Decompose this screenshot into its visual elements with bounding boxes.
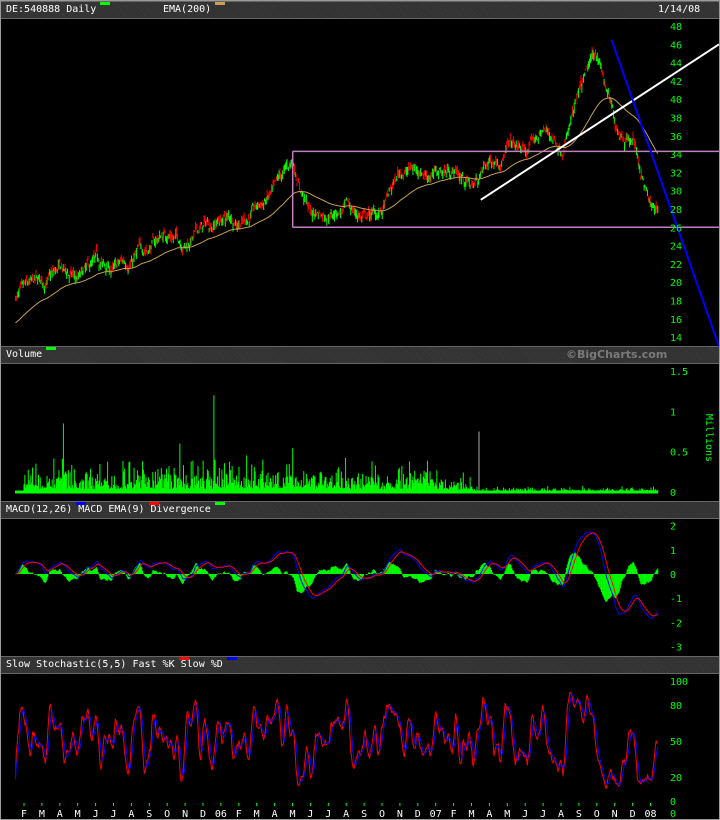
month-label: J — [93, 809, 99, 819]
volume-axis-tick: 1.5 — [670, 367, 688, 378]
price-axis-tick: 40 — [670, 95, 682, 106]
price-axis-tick: 20 — [670, 278, 682, 289]
macd-axis-tick: -3 — [670, 643, 682, 654]
month-label: 07 — [430, 809, 442, 819]
month-label: J — [522, 809, 528, 819]
macd-axis-tick: -2 — [670, 618, 682, 629]
stochastic-axis-tick: 0 — [670, 809, 676, 819]
stochastic-axis-tick: 20 — [670, 773, 682, 784]
macd-axis-tick: 1 — [670, 546, 676, 557]
chart-canvas: 4846444240383634323028262422201816141.51… — [14, 22, 719, 819]
month-label: S — [576, 809, 582, 819]
price-axis-tick: 38 — [670, 114, 682, 125]
slow-d-line — [15, 694, 659, 786]
price-axis-tick: 48 — [670, 22, 682, 33]
price-axis-tick: 28 — [670, 205, 682, 216]
month-label: N — [182, 809, 188, 819]
macd-axis-tick: -1 — [670, 594, 682, 605]
month-label: S — [146, 809, 152, 819]
month-label: J — [110, 809, 116, 819]
month-label: M — [289, 809, 295, 819]
month-label: F — [451, 809, 457, 819]
month-label: A — [272, 809, 278, 819]
stochastic-axis-tick: 100 — [670, 677, 688, 688]
price-axis-tick: 42 — [670, 77, 682, 88]
month-label: J — [307, 809, 313, 819]
month-label: A — [486, 809, 492, 819]
price-axis-tick: 16 — [670, 315, 682, 326]
stochastic-axis-tick: 80 — [670, 701, 682, 712]
month-label: A — [128, 809, 134, 819]
month-label: 08 — [644, 809, 656, 819]
downtrend-line — [610, 39, 719, 347]
month-label: O — [164, 809, 170, 819]
volume-axis-tick: 0 — [670, 488, 676, 499]
month-label: S — [361, 809, 367, 819]
bigcharts-chart: DE:540888 Daily EMA(200) 1/14/08 Volume … — [0, 0, 720, 820]
price-axis-tick: 22 — [670, 260, 682, 271]
price-axis-tick: 36 — [670, 132, 682, 143]
volume-axis-label: Millions — [703, 414, 714, 462]
price-axis-tick: 34 — [670, 150, 682, 161]
stochastic-axis-tick: 0 — [670, 797, 676, 808]
month-label: N — [397, 809, 403, 819]
volume-axis-tick: 1 — [670, 407, 676, 418]
month-label: A — [57, 809, 63, 819]
price-axis-tick: 24 — [670, 242, 682, 253]
month-label: D — [630, 809, 636, 819]
macd-axis-tick: 0 — [670, 570, 676, 581]
month-label: M — [75, 809, 81, 819]
price-axis-tick: 44 — [670, 59, 682, 70]
month-label: A — [558, 809, 564, 819]
price-axis-tick: 26 — [670, 223, 682, 234]
uptrend-line — [480, 43, 719, 201]
stochastic-axis-tick: 50 — [670, 737, 682, 748]
month-label: N — [612, 809, 618, 819]
volume-axis-tick: 0.5 — [670, 448, 688, 459]
price-axis-tick: 14 — [670, 333, 682, 344]
month-label: F — [236, 809, 242, 819]
price-axis-tick: 46 — [670, 40, 682, 51]
month-label: J — [325, 809, 331, 819]
price-axis-tick: 32 — [670, 168, 682, 179]
month-label: M — [468, 809, 474, 819]
price-axis-tick: 18 — [670, 297, 682, 308]
month-label: D — [415, 809, 421, 819]
macd-axis-tick: 2 — [670, 522, 676, 533]
month-label: O — [594, 809, 600, 819]
month-label: M — [504, 809, 510, 819]
month-label: M — [39, 809, 45, 819]
month-label: M — [254, 809, 260, 819]
month-label: J — [540, 809, 546, 819]
month-label: D — [200, 809, 206, 819]
month-label: O — [379, 809, 385, 819]
month-label: F — [21, 809, 27, 819]
month-label: 06 — [215, 809, 227, 819]
month-label: A — [343, 809, 349, 819]
price-axis-tick: 30 — [670, 187, 682, 198]
